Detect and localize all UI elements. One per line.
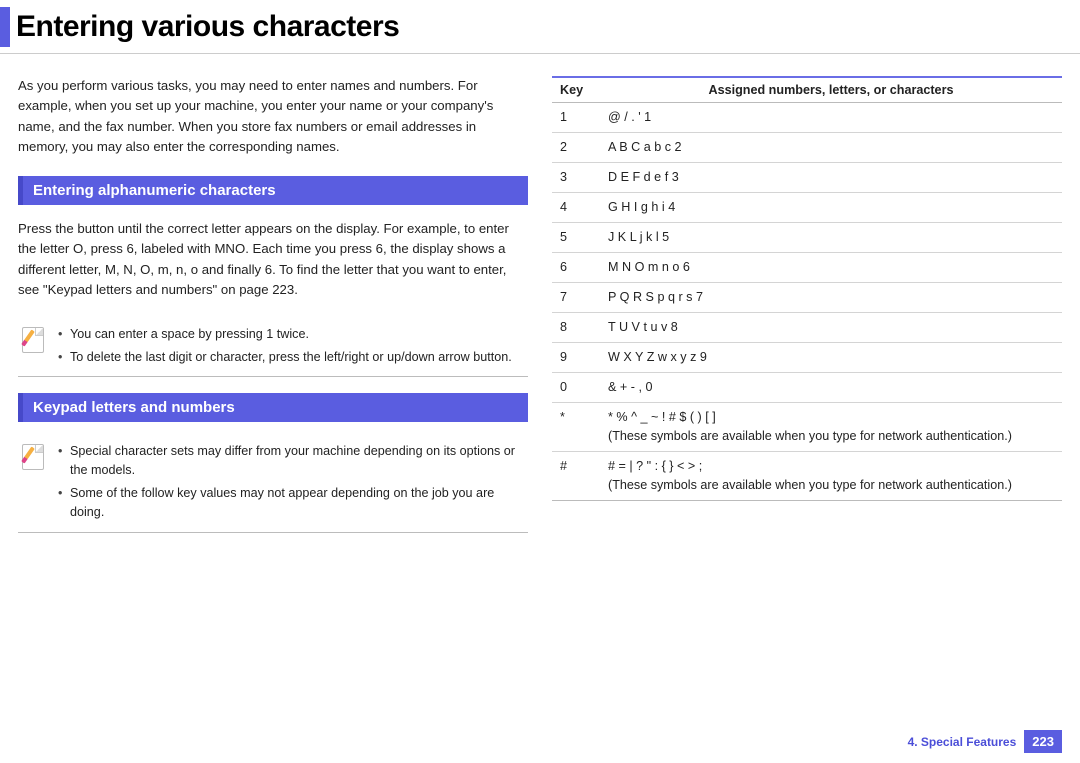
cell-note: (These symbols are available when you ty… [608, 428, 1054, 445]
cell-key: 0 [552, 373, 600, 403]
section-heading-alphanumeric: Entering alphanumeric characters [18, 176, 528, 205]
cell-key: 6 [552, 253, 600, 283]
table-row: 2 A B C a b c 2 [552, 133, 1062, 163]
title-bar: Entering various characters [0, 0, 1080, 54]
left-column: As you perform various tasks, you may ne… [18, 76, 528, 549]
cell-key: 8 [552, 313, 600, 343]
cell-value-text: D E F d e f 3 [608, 170, 679, 184]
note-list-1: You can enter a space by pressing 1 twic… [56, 325, 512, 371]
table-row: 4 G H I g h i 4 [552, 193, 1062, 223]
cell-key: # [552, 452, 600, 501]
cell-value: T U V t u v 8 [600, 313, 1062, 343]
cell-key: 3 [552, 163, 600, 193]
cell-value: J K L j k l 5 [600, 223, 1062, 253]
footer-chapter: 4. Special Features [908, 735, 1017, 749]
cell-note: (These symbols are available when you ty… [608, 477, 1054, 494]
cell-key: 9 [552, 343, 600, 373]
cell-key: 2 [552, 133, 600, 163]
table-header-row: Key Assigned numbers, letters, or charac… [552, 77, 1062, 103]
cell-value: P Q R S p q r s 7 [600, 283, 1062, 313]
table-row: 3 D E F d e f 3 [552, 163, 1062, 193]
th-value: Assigned numbers, letters, or characters [600, 77, 1062, 103]
intro-paragraph: As you perform various tasks, you may ne… [18, 76, 528, 158]
cell-value: @ / . ' 1 [600, 103, 1062, 133]
table-row: * * % ^ _ ~ ! # $ ( ) [ ] (These symbols a… [552, 403, 1062, 452]
table-row: 1 @ / . ' 1 [552, 103, 1062, 133]
table-row: 5 J K L j k l 5 [552, 223, 1062, 253]
cell-key: * [552, 403, 600, 452]
cell-value: * % ^ _ ~ ! # $ ( ) [ ] (These symbols ar… [600, 403, 1062, 452]
cell-key: 1 [552, 103, 600, 133]
cell-value: # = | ? " : { } < > ; (These symbols are … [600, 452, 1062, 501]
cell-value-text: A B C a b c 2 [608, 140, 682, 154]
page-title: Entering various characters [16, 10, 399, 44]
page-footer: 4. Special Features 223 [908, 730, 1062, 753]
cell-value-text: @ / . ' 1 [608, 110, 651, 124]
note-box-2: Special character sets may differ from y… [18, 436, 528, 533]
note-list-2: Special character sets may differ from y… [56, 442, 526, 526]
cell-value: A B C a b c 2 [600, 133, 1062, 163]
cell-key: 5 [552, 223, 600, 253]
note-item: To delete the last digit or character, p… [56, 348, 512, 367]
cell-value: G H I g h i 4 [600, 193, 1062, 223]
cell-key: 7 [552, 283, 600, 313]
alphanumeric-body: Press the button until the correct lette… [18, 219, 528, 301]
table-row: # # = | ? " : { } < > ; (These symbols are… [552, 452, 1062, 501]
right-column: Key Assigned numbers, letters, or charac… [552, 76, 1062, 549]
cell-value-text: P Q R S p q r s 7 [608, 290, 703, 304]
cell-value-text: * % ^ _ ~ ! # $ ( ) [ ] [608, 410, 716, 424]
note-box-1: You can enter a space by pressing 1 twic… [18, 319, 528, 378]
table-row: 0 & + - , 0 [552, 373, 1062, 403]
cell-key: 4 [552, 193, 600, 223]
cell-value: & + - , 0 [600, 373, 1062, 403]
note-icon [20, 442, 46, 472]
table-row: 6 M N O m n o 6 [552, 253, 1062, 283]
table-row: 7 P Q R S p q r s 7 [552, 283, 1062, 313]
cell-value: W X Y Z w x y z 9 [600, 343, 1062, 373]
cell-value: D E F d e f 3 [600, 163, 1062, 193]
cell-value-text: G H I g h i 4 [608, 200, 675, 214]
th-key: Key [552, 77, 600, 103]
cell-value-text: # = | ? " : { } < > ; [608, 459, 702, 473]
cell-value-text: W X Y Z w x y z 9 [608, 350, 707, 364]
table-row: 9 W X Y Z w x y z 9 [552, 343, 1062, 373]
note-item: You can enter a space by pressing 1 twic… [56, 325, 512, 344]
note-item: Some of the follow key values may not ap… [56, 484, 526, 522]
note-icon [20, 325, 46, 355]
table-row: 8 T U V t u v 8 [552, 313, 1062, 343]
cell-value-text: J K L j k l 5 [608, 230, 669, 244]
cell-value: M N O m n o 6 [600, 253, 1062, 283]
keypad-table: Key Assigned numbers, letters, or charac… [552, 76, 1062, 501]
footer-page-number: 223 [1024, 730, 1062, 753]
section-heading-keypad: Keypad letters and numbers [18, 393, 528, 422]
title-accent [0, 7, 10, 47]
content-columns: As you perform various tasks, you may ne… [0, 54, 1080, 549]
cell-value-text: & + - , 0 [608, 380, 652, 394]
cell-value-text: M N O m n o 6 [608, 260, 690, 274]
note-item: Special character sets may differ from y… [56, 442, 526, 480]
cell-value-text: T U V t u v 8 [608, 320, 678, 334]
